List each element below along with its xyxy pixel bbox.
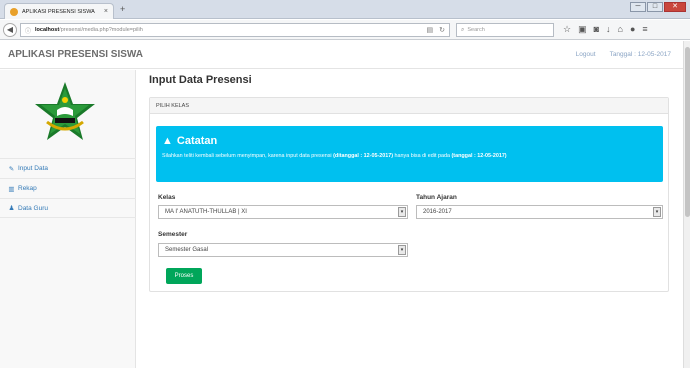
browser-tab[interactable]: APLIKASI PRESENSI SISWA × xyxy=(4,3,114,19)
header-right: Logout Tanggal : 12-05-2017 xyxy=(576,51,671,58)
sidebar-item-input-data[interactable]: ✎ Input Data xyxy=(0,158,136,178)
download-icon[interactable]: ↓ xyxy=(606,24,611,35)
tahun-ajaran-value: 2016-2017 xyxy=(423,209,452,215)
reload-icon[interactable]: ↻ xyxy=(439,26,445,34)
kelas-value: MA I' ANATUTH-THULLAB | XI xyxy=(165,209,247,215)
home-icon[interactable]: ⌂ xyxy=(618,24,623,35)
alert-text-part: Silahkan teliti kembali sebelum menyimpa… xyxy=(162,153,334,159)
chevron-down-icon: ▾ xyxy=(398,207,406,217)
sidebar-item-label: Data Guru xyxy=(18,204,48,212)
bookmarks-icon[interactable]: ▣ xyxy=(578,24,587,35)
url-bar-icons: ▤ ↻ xyxy=(427,26,446,34)
kelas-select[interactable]: MA I' ANATUTH-THULLAB | XI ▾ xyxy=(158,205,408,219)
menu-icon[interactable]: ≡ xyxy=(642,24,647,35)
semester-value: Semester Gasal xyxy=(165,247,209,253)
sidebar: ✎ Input Data ▥ Rekap ♟ Data Guru xyxy=(0,70,136,368)
tab-title: APLIKASI PRESENSI SISWA xyxy=(22,8,95,15)
school-logo xyxy=(35,82,95,140)
info-icon: ⓘ xyxy=(25,28,32,35)
sidebar-item-data-guru[interactable]: ♟ Data Guru xyxy=(0,198,136,218)
semester-label: Semester xyxy=(158,231,188,238)
main-content: Input Data Presensi PILIH KELAS ▲ Catata… xyxy=(137,70,683,368)
sidebar-item-label: Input Data xyxy=(18,165,48,172)
catatan-alert: ▲ Catatan Silahkan teliti kembali sebelu… xyxy=(156,126,663,182)
edit-icon: ✎ xyxy=(8,165,15,173)
reader-view-icon[interactable]: ▤ xyxy=(427,26,434,34)
sidebar-menu: ✎ Input Data ▥ Rekap ♟ Data Guru xyxy=(0,158,136,218)
browser-tab-bar: APLIKASI PRESENSI SISWA × + ─ □ ✕ xyxy=(0,0,690,19)
bar-chart-icon: ▥ xyxy=(8,185,15,193)
tahun-ajaran-select[interactable]: 2016-2017 ▾ xyxy=(416,205,663,219)
alert-title: ▲ Catatan xyxy=(162,135,657,147)
page-scrollbar[interactable] xyxy=(683,41,690,368)
window-controls: ─ □ ✕ xyxy=(630,2,686,12)
alert-title-text: Catatan xyxy=(176,135,218,147)
alert-text-part: hanya bisa di edit pada xyxy=(393,153,452,159)
sidebar-item-label: Rekap xyxy=(18,185,37,192)
warning-icon: ▲ xyxy=(162,135,173,147)
alert-text: Silahkan teliti kembali sebelum menyimpa… xyxy=(162,153,657,159)
proses-button[interactable]: Proses xyxy=(166,268,202,284)
semester-select[interactable]: Semester Gasal ▾ xyxy=(158,243,408,257)
page-title: Input Data Presensi xyxy=(149,74,252,86)
sidebar-item-rekap[interactable]: ▥ Rekap xyxy=(0,178,136,198)
close-tab-icon[interactable]: × xyxy=(104,8,108,15)
new-tab-button[interactable]: + xyxy=(120,4,125,14)
pocket-icon[interactable]: ◙ xyxy=(594,24,599,35)
date-display: Tanggal : 12-05-2017 xyxy=(609,51,671,58)
search-input[interactable]: ⌕ Search xyxy=(456,23,554,37)
bookmark-star-icon[interactable]: ☆ xyxy=(563,24,571,35)
alert-date-2: (tanggal : 12-05-2017) xyxy=(451,153,507,159)
minimize-button[interactable]: ─ xyxy=(630,2,646,12)
tahun-ajaran-label: Tahun Ajaran xyxy=(416,194,457,201)
url-bar[interactable]: ⓘ localhost/presensi/media.php?module=pi… xyxy=(20,23,450,37)
search-icon: ⌕ xyxy=(461,26,465,33)
panel-heading: PILIH KELAS xyxy=(150,98,668,114)
kelas-label: Kelas xyxy=(158,194,176,201)
pilih-kelas-panel: PILIH KELAS ▲ Catatan Silahkan teliti ke… xyxy=(149,97,669,292)
alert-date-1: (ditanggal : 12-05-2017) xyxy=(333,153,394,159)
maximize-button[interactable]: □ xyxy=(647,2,663,12)
app-header: APLIKASI PRESENSI SISWA Logout Tanggal :… xyxy=(0,41,683,69)
url-host: localhost xyxy=(35,27,60,33)
favicon-icon xyxy=(10,7,18,16)
chevron-down-icon: ▾ xyxy=(398,245,406,255)
search-placeholder: Search xyxy=(467,27,485,33)
toolbar-icons: ☆ ▣ ◙ ↓ ⌂ ● ≡ xyxy=(563,24,648,35)
url-path: /presensi/media.php?module=pilih xyxy=(59,27,143,33)
app-title: APLIKASI PRESENSI SISWA xyxy=(8,49,144,60)
browser-nav-bar: ◀ ⓘ localhost/presensi/media.php?module=… xyxy=(0,20,690,40)
user-icon: ♟ xyxy=(8,205,15,212)
scrollbar-thumb[interactable] xyxy=(685,47,690,217)
back-button[interactable]: ◀ xyxy=(3,23,17,37)
chevron-down-icon: ▾ xyxy=(653,207,661,217)
logout-link[interactable]: Logout xyxy=(576,51,596,58)
chat-icon[interactable]: ● xyxy=(630,24,635,35)
window-close-button[interactable]: ✕ xyxy=(664,2,686,12)
